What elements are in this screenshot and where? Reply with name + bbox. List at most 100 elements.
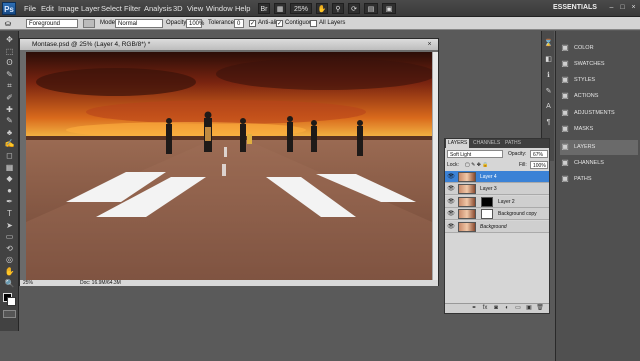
shape-tool-icon[interactable]: ▭	[3, 232, 16, 242]
visibility-eye-icon[interactable]: 👁	[447, 223, 455, 231]
type-tool-icon[interactable]: T	[3, 209, 16, 219]
lasso-tool-icon[interactable]: ʘ	[3, 58, 16, 68]
hand-tool-icon[interactable]: ✋	[3, 267, 16, 277]
dock-item-swatches[interactable]: ▣ SWATCHES	[560, 57, 638, 72]
menu-3d[interactable]: 3D	[173, 0, 183, 17]
healing-tool-icon[interactable]: ✚	[3, 105, 16, 115]
brush-presets-icon[interactable]: ✎	[544, 87, 553, 96]
maximize-button[interactable]: □	[618, 3, 627, 12]
visibility-eye-icon[interactable]: 👁	[447, 198, 455, 206]
workspace-switcher[interactable]: ESSENTIALS	[553, 2, 605, 14]
fx-icon[interactable]: fx	[481, 304, 489, 312]
tolerance-input[interactable]: 0	[234, 19, 244, 28]
dodge-tool-icon[interactable]: ●	[3, 186, 16, 196]
layer-mask-thumbnail[interactable]	[481, 209, 493, 220]
screen-mode-button[interactable]: ▣	[382, 3, 396, 14]
hand-button[interactable]: ✋	[316, 3, 328, 14]
menu-image[interactable]: Image	[58, 0, 79, 17]
fill-input[interactable]: 100%	[530, 161, 548, 169]
menu-filter[interactable]: Filter	[124, 0, 141, 17]
all-layers-checkbox[interactable]	[310, 20, 317, 27]
zoom-button[interactable]: ⚲	[332, 3, 344, 14]
menu-view[interactable]: View	[187, 0, 203, 17]
menu-select[interactable]: Select	[101, 0, 122, 17]
dock-item-channels[interactable]: ▣ CHANNELS	[560, 156, 638, 171]
contiguous-checkbox[interactable]: ✓	[276, 20, 283, 27]
paint-bucket-icon[interactable]: ⛀	[3, 17, 13, 30]
fill-source-select[interactable]: Foreground	[26, 19, 78, 28]
dock-item-color[interactable]: ▣ COLOR	[560, 41, 638, 56]
clone-tool-icon[interactable]: ♣	[3, 128, 16, 138]
gradient-tool-icon[interactable]: ▦	[3, 163, 16, 173]
crop-tool-icon[interactable]: ⌗	[3, 81, 16, 91]
layer-row[interactable]: 👁 Layer 3	[445, 183, 549, 196]
layer-row[interactable]: 👁 Background copy	[445, 208, 549, 221]
quick-mask-button[interactable]	[3, 310, 16, 318]
status-zoom[interactable]: 25%	[23, 280, 33, 286]
eraser-tool-icon[interactable]: ◻	[3, 151, 16, 161]
vertical-scrollbar[interactable]	[432, 52, 438, 280]
link-icon[interactable]: ⚭	[470, 304, 478, 312]
view-extras-button[interactable]: ▦	[274, 3, 286, 14]
antialias-checkbox[interactable]: ✓	[249, 20, 256, 27]
menu-edit[interactable]: Edit	[41, 0, 54, 17]
paragraph-icon[interactable]: ¶	[544, 119, 553, 128]
blur-tool-icon[interactable]: ◆	[3, 174, 16, 184]
minimize-button[interactable]: –	[607, 3, 616, 12]
navigator-icon[interactable]: ◧	[544, 55, 553, 64]
dock-item-layers[interactable]: ▣ LAYERS	[560, 140, 638, 155]
close-button[interactable]: ×	[629, 3, 638, 12]
path-select-tool-icon[interactable]: ➤	[3, 221, 16, 231]
rotate-view-button[interactable]: ⟳	[348, 3, 360, 14]
visibility-eye-icon[interactable]: 👁	[447, 210, 455, 218]
pattern-picker[interactable]	[83, 19, 95, 28]
tab-layers[interactable]: LAYERS	[446, 139, 470, 148]
image-canvas[interactable]	[26, 52, 432, 280]
group-icon[interactable]: ▭	[514, 304, 522, 312]
pen-tool-icon[interactable]: ✒	[3, 197, 16, 207]
character-icon[interactable]: A	[544, 103, 553, 112]
menu-help[interactable]: Help	[235, 0, 250, 17]
layer-row[interactable]: 👁 Layer 4	[445, 171, 549, 183]
blend-mode-select[interactable]: Soft Light	[447, 150, 503, 158]
menu-file[interactable]: File	[24, 0, 36, 17]
eyedropper-tool-icon[interactable]: ✐	[3, 93, 16, 103]
tab-paths[interactable]: PATHS	[503, 139, 523, 148]
quick-select-tool-icon[interactable]: ✎	[3, 70, 16, 80]
visibility-eye-icon[interactable]: 👁	[447, 185, 455, 193]
3d-rotate-tool-icon[interactable]: ⟲	[3, 244, 16, 254]
zoom-tool-icon[interactable]: 🔍	[3, 279, 16, 289]
dock-item-paths[interactable]: ▣ PATHS	[560, 172, 638, 187]
launch-bridge-button[interactable]: Br	[258, 3, 270, 14]
dock-item-masks[interactable]: ▣ MASKS	[560, 122, 638, 137]
new-layer-icon[interactable]: ▣	[525, 304, 533, 312]
mask-icon[interactable]: ◙	[492, 304, 500, 312]
opacity-input[interactable]: 100%	[186, 19, 204, 28]
layer-opacity-input[interactable]: 67%	[530, 150, 548, 158]
visibility-eye-icon[interactable]: 👁	[447, 173, 455, 181]
zoom-level-select[interactable]: 25%	[290, 3, 312, 14]
background-color-swatch[interactable]	[7, 297, 16, 306]
mode-select[interactable]: Normal	[115, 19, 163, 28]
lock-icons[interactable]: ▢ ✎ ✥ 🔒	[465, 161, 489, 169]
document-tab-title[interactable]: Montase.psd @ 25% (Layer 4, RGB/8*) *	[20, 39, 438, 50]
dock-item-actions[interactable]: ▣ ACTIONS	[560, 89, 638, 104]
menu-analysis[interactable]: Analysis	[144, 0, 172, 17]
dock-item-adjustments[interactable]: ▣ ADJUSTMENTS	[560, 106, 638, 121]
tab-channels[interactable]: CHANNELS	[471, 139, 502, 148]
history-brush-tool-icon[interactable]: ✍	[3, 139, 16, 149]
marquee-tool-icon[interactable]: ⬚	[3, 47, 16, 57]
brush-tool-icon[interactable]: ✎	[3, 116, 16, 126]
move-tool-icon[interactable]: ✥	[3, 35, 16, 45]
menu-window[interactable]: Window	[206, 0, 233, 17]
layer-mask-thumbnail[interactable]	[481, 196, 493, 207]
history-icon[interactable]: ⌛	[544, 39, 553, 48]
menu-layer[interactable]: Layer	[81, 0, 100, 17]
document-close-icon[interactable]: ×	[424, 39, 435, 50]
layer-row[interactable]: 👁 Background	[445, 220, 549, 233]
dock-item-styles[interactable]: ▣ STYLES	[560, 73, 638, 88]
info-icon[interactable]: ℹ	[544, 71, 553, 80]
layer-row[interactable]: 👁 Layer 2	[445, 195, 549, 208]
3d-orbit-tool-icon[interactable]: ◎	[3, 255, 16, 265]
adjustment-icon[interactable]: ◐	[503, 304, 511, 312]
